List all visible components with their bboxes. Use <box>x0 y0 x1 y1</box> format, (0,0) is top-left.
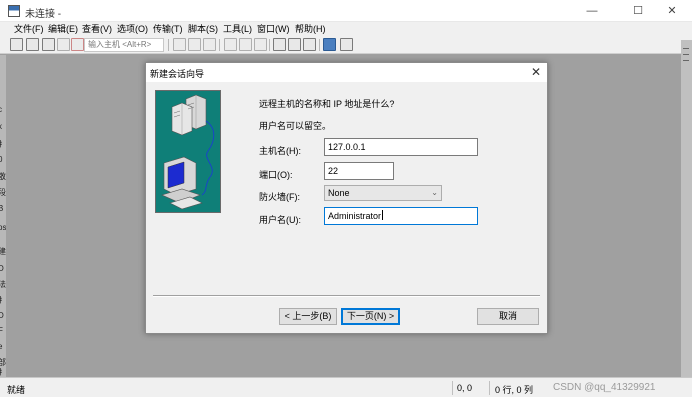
username-label: 用户名(U): <box>259 215 301 225</box>
wizard-question: 远程主机的名称和 IP 地址是什么? <box>259 99 395 109</box>
port-field[interactable]: 22 <box>324 162 394 180</box>
toolbar-separator <box>269 39 270 51</box>
watermark: CSDN @qq_41329921 <box>553 382 656 393</box>
background-text: x <box>0 122 2 131</box>
background-text: ps <box>0 223 6 232</box>
copy-icon[interactable] <box>173 38 186 51</box>
background-text: 扌 <box>0 140 6 149</box>
background-text: 建 <box>0 247 6 256</box>
status-bar: 就绪 0, 0 0 行, 0 列 CSDN @qq_41329921 <box>0 377 692 397</box>
menu-view[interactable]: 查看(V) <box>82 23 112 35</box>
cancel-button[interactable]: 取消 <box>477 308 539 325</box>
port-label: 端口(O): <box>259 170 293 180</box>
back-button[interactable]: < 上一步(B) <box>279 308 337 325</box>
background-text: 扌 <box>0 296 6 305</box>
username-field[interactable]: Administrator <box>324 207 478 225</box>
background-text: c <box>0 105 2 114</box>
text-caret <box>382 210 384 220</box>
background-text: 法 <box>0 280 6 289</box>
firewall-select-value: None <box>328 188 350 198</box>
toolbar-separator <box>168 39 169 51</box>
print-setup-icon[interactable] <box>239 38 252 51</box>
log-icon[interactable] <box>254 38 267 51</box>
find-icon[interactable] <box>203 38 216 51</box>
hostname-field[interactable]: 127.0.0.1 <box>324 138 478 156</box>
window-title: 未连接 - <box>25 9 62 20</box>
wizard-illustration <box>155 90 221 213</box>
background-text: 敬 <box>0 172 6 181</box>
about-icon[interactable] <box>340 38 353 51</box>
status-separator <box>452 381 453 395</box>
connect-tab-icon[interactable] <box>42 38 55 51</box>
wizard-hint: 用户名可以留空。 <box>259 121 332 131</box>
print-icon[interactable] <box>224 38 237 51</box>
menu-window[interactable]: 窗口(W) <box>257 23 290 35</box>
server-computer-icon <box>161 94 215 210</box>
title-bar: 未连接 - — ☐ ✕ <box>0 0 692 22</box>
menu-help[interactable]: 帮助(H) <box>295 23 326 35</box>
background-text: B <box>0 204 4 213</box>
scroll-mark <box>683 48 689 49</box>
menu-file[interactable]: 文件(F) <box>14 23 44 35</box>
background-text: D <box>0 264 4 273</box>
new-session-wizard-dialog: 新建会话向导 ✕ 远程主机的名称和 IP 地址是什么? 用户名可以留空。 主机名… <box>145 62 548 334</box>
background-text: F <box>0 326 3 335</box>
toolbar-separator <box>319 39 320 51</box>
scroll-mark <box>683 60 689 61</box>
menu-tools[interactable]: 工具(L) <box>223 23 252 35</box>
chevron-down-icon: ⌄ <box>431 188 438 197</box>
menu-transfer[interactable]: 传输(T) <box>153 23 183 35</box>
background-window-edge: c x 扌 0 敬 段 B ps 建 D 法 扌 D F e 部 扌 <box>0 55 6 377</box>
minimize-button[interactable]: — <box>572 2 612 20</box>
toolbar: 输入主机 <Alt+R> <box>0 36 692 54</box>
background-text: 0 <box>0 155 3 164</box>
status-ready: 就绪 <box>7 385 26 395</box>
background-text: 扌 <box>0 368 6 377</box>
background-scrollbar <box>681 40 692 377</box>
dialog-title: 新建会话向导 <box>150 69 205 79</box>
session-options-icon[interactable] <box>273 38 286 51</box>
reconnect-icon[interactable] <box>57 38 70 51</box>
menu-script[interactable]: 脚本(S) <box>188 23 218 35</box>
username-value: Administrator <box>328 211 382 221</box>
firewall-label: 防火墙(F): <box>259 192 300 202</box>
connect-icon[interactable] <box>10 38 23 51</box>
quick-connect-input[interactable]: 输入主机 <Alt+R> <box>84 38 164 52</box>
menu-edit[interactable]: 编辑(E) <box>48 23 78 35</box>
toolbar-separator <box>219 39 220 51</box>
status-position: 0, 0 <box>457 383 473 393</box>
dialog-close-button[interactable]: ✕ <box>531 65 541 79</box>
hostname-label: 主机名(H): <box>259 146 301 156</box>
help-icon[interactable] <box>323 38 336 51</box>
close-button[interactable]: ✕ <box>652 2 692 20</box>
dialog-divider <box>153 295 540 297</box>
background-text: e <box>0 342 3 351</box>
global-options-icon[interactable] <box>288 38 301 51</box>
scroll-mark <box>683 54 689 55</box>
keymap-icon[interactable] <box>303 38 316 51</box>
menu-options[interactable]: 选项(O) <box>117 23 148 35</box>
background-text: 段 <box>0 188 6 197</box>
firewall-select[interactable]: None ⌄ <box>324 185 442 201</box>
menu-bar: 文件(F) 编辑(E) 查看(V) 选项(O) 传输(T) 脚本(S) 工具(L… <box>0 22 692 36</box>
app-icon <box>8 5 20 17</box>
status-rows-cols: 0 行, 0 列 <box>495 385 534 395</box>
background-text: D <box>0 311 4 320</box>
status-separator <box>489 381 490 395</box>
dialog-title-bar: 新建会话向导 ✕ <box>146 63 547 82</box>
paste-icon[interactable] <box>188 38 201 51</box>
disconnect-icon[interactable] <box>71 38 84 51</box>
quick-connect-icon[interactable] <box>26 38 39 51</box>
next-button[interactable]: 下一页(N) > <box>341 308 400 325</box>
